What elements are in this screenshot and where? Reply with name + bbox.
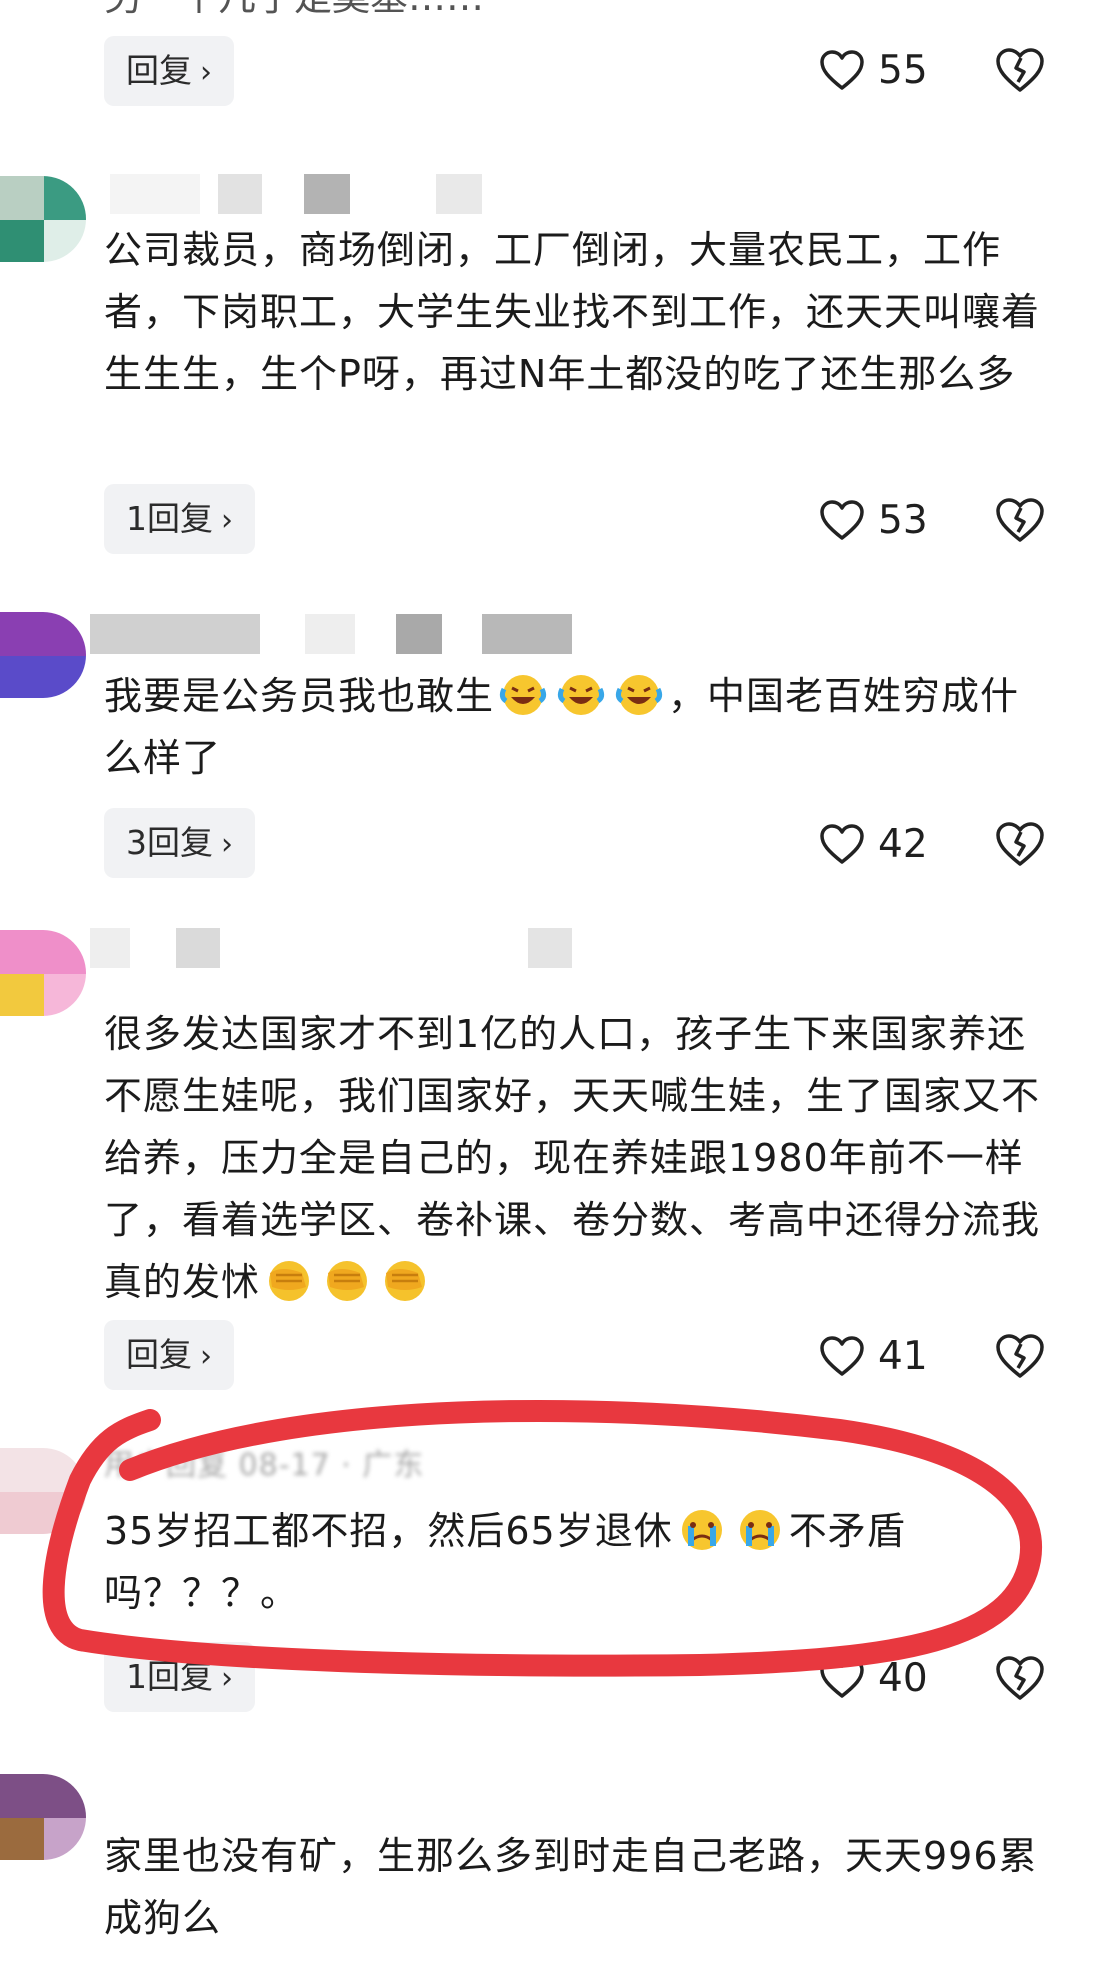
facepalm-emoji xyxy=(327,1261,368,1301)
broken-heart-icon[interactable] xyxy=(994,46,1046,94)
chevron-right-icon: › xyxy=(200,55,212,90)
heart-outline-icon xyxy=(820,1658,864,1698)
comment-text: 我要是公务员我也敢生 ，中国老百姓穷成什么样了 xyxy=(104,665,1054,789)
like-count: 55 xyxy=(878,47,928,93)
chevron-right-icon: › xyxy=(221,1661,233,1696)
reply-button[interactable]: 3回复 › xyxy=(104,808,255,878)
like-count: 42 xyxy=(878,821,928,867)
blurred-username xyxy=(90,928,590,972)
comment-text: 很多发达国家才不到1亿的人口，孩子生下来国家养还不愿生娃呢，我们国家好，天天喊生… xyxy=(104,1003,1054,1313)
like-count: 53 xyxy=(878,497,928,543)
reply-label: 回复 xyxy=(126,51,192,90)
blurred-username xyxy=(90,174,510,218)
avatar[interactable] xyxy=(0,1448,86,1534)
facepalm-emoji xyxy=(269,1261,310,1301)
reply-label: 1回复 xyxy=(126,1657,213,1696)
chevron-right-icon: › xyxy=(200,1339,212,1374)
comment-text: 35岁招工都不招，然后65岁退休 不矛盾吗？？？。 xyxy=(104,1500,1054,1624)
like-button[interactable]: 42 xyxy=(818,814,928,874)
heart-outline-icon xyxy=(820,50,864,90)
broken-heart-icon[interactable] xyxy=(994,496,1046,544)
comment-meta: 用户回复 08-17 · 广东 xyxy=(104,1448,425,1483)
like-count: 40 xyxy=(878,1655,928,1701)
broken-heart-icon[interactable] xyxy=(994,820,1046,868)
broken-heart-icon[interactable] xyxy=(994,1654,1046,1702)
reply-button[interactable]: 1回复 › xyxy=(104,1642,255,1712)
avatar[interactable] xyxy=(0,1774,86,1860)
cutoff-comment-text: 另一个几乎是奠基…… xyxy=(104,0,484,21)
reply-button[interactable]: 回复 › xyxy=(104,1320,234,1390)
reply-label: 3回复 xyxy=(126,823,213,862)
comment-text-part: 35岁招工都不招，然后65岁退休 xyxy=(104,1509,673,1553)
like-button[interactable]: 53 xyxy=(818,490,928,550)
like-count: 41 xyxy=(878,1333,928,1379)
laugh-cry-emoji xyxy=(615,675,663,715)
reply-button[interactable]: 回复 › xyxy=(104,36,234,106)
avatar[interactable] xyxy=(0,176,86,262)
comment-text: 公司裁员，商场倒闭，工厂倒闭，大量农民工，工作者，下岗职工，大学生失业找不到工作… xyxy=(104,228,1041,396)
chevron-right-icon: › xyxy=(221,827,233,862)
avatar[interactable] xyxy=(0,612,86,698)
laugh-cry-emoji xyxy=(499,675,547,715)
reply-label: 回复 xyxy=(126,1335,192,1374)
blurred-username xyxy=(90,614,590,658)
avatar[interactable] xyxy=(0,930,86,1016)
chevron-right-icon: › xyxy=(221,503,233,538)
broken-heart-icon[interactable] xyxy=(994,1332,1046,1380)
comment-text: 家里也没有矿，生那么多到时走自己老路，天天996累成狗么 xyxy=(104,1834,1038,1940)
comment-text-part: 我要是公务员我也敢生 xyxy=(104,674,495,718)
heart-outline-icon xyxy=(820,824,864,864)
like-button[interactable]: 41 xyxy=(818,1326,928,1386)
reply-label: 1回复 xyxy=(126,499,213,538)
like-button[interactable]: 40 xyxy=(818,1648,928,1708)
facepalm-emoji xyxy=(385,1261,426,1301)
reply-button[interactable]: 1回复 › xyxy=(104,484,255,554)
heart-outline-icon xyxy=(820,500,864,540)
crying-emoji xyxy=(739,1510,780,1550)
comment-text-part: 很多发达国家才不到1亿的人口，孩子生下来国家养还不愿生娃呢，我们国家好，天天喊生… xyxy=(104,1012,1041,1304)
like-button[interactable]: 55 xyxy=(818,40,928,100)
laugh-cry-emoji xyxy=(557,675,605,715)
heart-outline-icon xyxy=(820,1336,864,1376)
crying-emoji xyxy=(681,1510,722,1550)
